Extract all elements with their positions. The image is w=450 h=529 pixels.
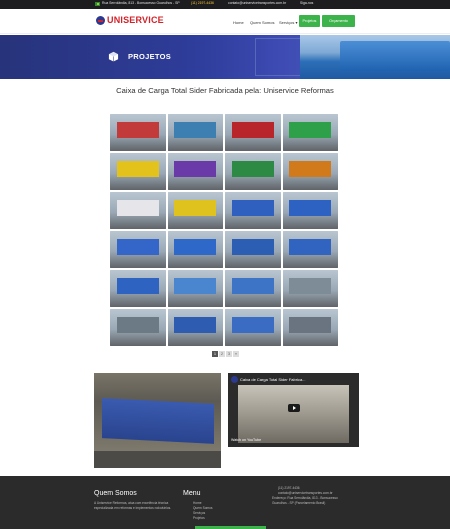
page-number-button[interactable]: 2	[219, 351, 225, 357]
gallery-thumbnail[interactable]	[225, 270, 281, 307]
gallery-thumbnail[interactable]	[167, 309, 223, 346]
gallery-thumbnail[interactable]	[225, 192, 281, 229]
gallery-thumbnail[interactable]	[167, 153, 223, 190]
gallery-thumbnail[interactable]	[110, 192, 166, 229]
gallery-thumbnail[interactable]	[167, 114, 223, 151]
page-number-button[interactable]: 1	[212, 351, 218, 357]
gallery-thumbnail[interactable]	[282, 114, 338, 151]
channel-avatar-icon[interactable]	[231, 376, 238, 383]
gallery-thumbnail[interactable]	[167, 270, 223, 307]
gallery-thumbnail[interactable]	[110, 114, 166, 151]
topbar-phone[interactable]: (11) 2197-4436	[191, 1, 214, 5]
site-logo[interactable]: UNISERVICE	[107, 15, 164, 25]
banner-title: PROJETOS	[128, 52, 172, 61]
nav-quem-somos[interactable]: Quem Somos	[250, 20, 274, 25]
footer-menu-item-projetos[interactable]: Projetos	[193, 516, 205, 521]
gallery-thumbnail[interactable]	[225, 231, 281, 268]
gallery-thumbnail[interactable]	[110, 270, 166, 307]
footer-email[interactable]: contato@uniservicetransportes.com.br	[278, 491, 333, 496]
topbar-address: Rua Serrolândia, 813 - Bonsucesso Guarul…	[102, 1, 180, 5]
footer-about-text: A Uniservice Reformas, atua com excelênc…	[94, 501, 172, 510]
gallery-thumbnail[interactable]	[167, 192, 223, 229]
footer-menu-item-servicos[interactable]: Serviços	[193, 511, 205, 516]
page-banner	[0, 35, 450, 79]
banner-frame-image	[255, 38, 305, 76]
project-gallery	[110, 114, 340, 346]
banner-truck-image	[300, 35, 450, 79]
page-number-button[interactable]: »	[233, 351, 239, 357]
topbar-social[interactable]: Siga-nos	[300, 1, 313, 5]
topbar-email[interactable]: contato@uniservicetransportes.com.br	[228, 1, 286, 5]
gallery-thumbnail[interactable]	[282, 231, 338, 268]
footer-menu-item-home[interactable]: Home	[193, 501, 202, 506]
gallery-thumbnail[interactable]	[282, 153, 338, 190]
gallery-thumbnail[interactable]	[282, 192, 338, 229]
brazil-flag-icon	[95, 2, 100, 6]
play-button-icon[interactable]	[288, 404, 300, 412]
video-title[interactable]: Caixa de Carga Total Sider Fabrica...	[240, 377, 306, 382]
watch-on-youtube-link[interactable]: Watch on YouTube	[231, 438, 261, 442]
footer-menu-item-quem-somos[interactable]: Quem Somos	[193, 506, 213, 511]
gallery-thumbnail[interactable]	[282, 270, 338, 307]
nav-orcamento-button[interactable]: Orçamento	[322, 15, 355, 27]
gallery-thumbnail[interactable]	[225, 114, 281, 151]
page-number-button[interactable]: 3	[226, 351, 232, 357]
nav-projetos-button[interactable]: Projetos	[299, 15, 320, 27]
page-title: Caixa de Carga Total Sider Fabricada pel…	[116, 86, 334, 95]
gallery-thumbnail[interactable]	[225, 153, 281, 190]
footer-phone[interactable]: (11) 2197-4436	[278, 486, 300, 491]
gallery-thumbnail[interactable]	[282, 309, 338, 346]
logo-globe-icon[interactable]	[96, 16, 105, 25]
gallery-thumbnail[interactable]	[225, 309, 281, 346]
cube-icon	[108, 51, 119, 62]
video-thumbnail	[238, 385, 349, 443]
site-header: UNISERVICE Home Quem Somos Serviços ▾ Pr…	[0, 9, 450, 34]
footer-menu-heading: Menu	[183, 490, 201, 497]
gallery-pagination: 1 2 3»	[212, 351, 239, 357]
footer-about-heading: Quem Somos	[94, 490, 137, 497]
site-footer: Quem Somos A Uniservice Reformas, atua c…	[0, 476, 450, 529]
gallery-thumbnail[interactable]	[110, 153, 166, 190]
project-photo[interactable]	[94, 373, 221, 468]
gallery-thumbnail[interactable]	[110, 309, 166, 346]
nav-servicos[interactable]: Serviços ▾	[279, 20, 297, 25]
nav-home[interactable]: Home	[233, 20, 244, 25]
gallery-thumbnail[interactable]	[167, 231, 223, 268]
gallery-thumbnail[interactable]	[110, 231, 166, 268]
top-contact-bar: Rua Serrolândia, 813 - Bonsucesso Guarul…	[0, 0, 450, 9]
footer-address: Endereço: Rua Serrolândia, 813 - Bonsuce…	[272, 496, 338, 505]
